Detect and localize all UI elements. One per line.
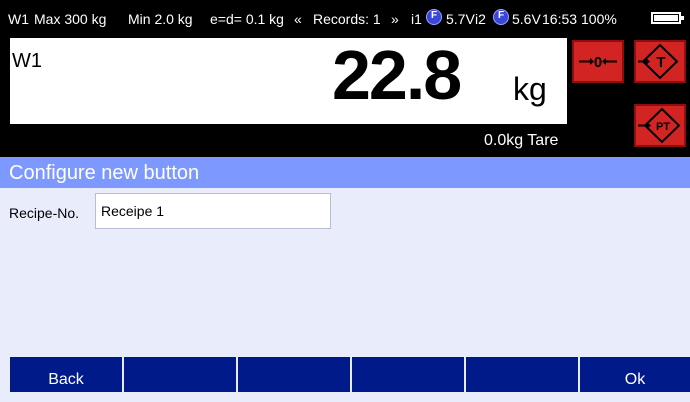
softkey-2[interactable] — [124, 357, 236, 392]
dialog-title: Configure new button — [9, 162, 200, 184]
status-bar: W1 Max 300 kg Min 2.0 kg e=d= 0.1 kg « R… — [0, 0, 690, 40]
preset-tare-icon: PT — [638, 107, 681, 144]
weight-display: W1 22.8 kg — [10, 38, 567, 124]
tare-button[interactable]: T — [634, 40, 686, 83]
interface-2-voltage: 5.6V — [512, 11, 541, 27]
tare-button-label: T — [656, 54, 665, 71]
weight-unit: kg — [513, 71, 547, 107]
recipe-number-label: Recipe-No. — [9, 205, 80, 221]
display-scale-name: W1 — [12, 50, 42, 72]
battery-percent: 100% — [581, 11, 617, 27]
interface-2-label: i2 — [475, 11, 486, 27]
softkey-bar: Back Ok — [0, 357, 690, 392]
recipe-number-input[interactable]: Receipe 1 — [95, 193, 331, 229]
interface-1-label: i1 — [411, 11, 422, 27]
interface-1-indicator-icon: F — [426, 9, 442, 25]
tare-icon: T — [638, 43, 679, 80]
softkey-4[interactable] — [352, 357, 464, 392]
softkey-5[interactable] — [466, 357, 578, 392]
zero-button-label: 0 — [594, 54, 602, 71]
ok-button[interactable]: Ok — [580, 357, 690, 392]
dialog-title-bar: Configure new button — [0, 157, 690, 188]
records-next-icon[interactable]: » — [391, 12, 399, 26]
status-max-capacity: Max 300 kg — [34, 11, 107, 27]
battery-icon — [651, 12, 684, 24]
status-min-capacity: Min 2.0 kg — [128, 11, 193, 27]
clock: 16:53 — [542, 11, 578, 27]
interface-1-voltage: 5.7V — [446, 11, 475, 27]
status-scale: W1 — [8, 11, 29, 27]
preset-tare-button[interactable]: PT — [634, 104, 686, 147]
back-button[interactable]: Back — [10, 357, 122, 392]
records-prev-icon[interactable]: « — [294, 12, 302, 26]
zero-icon: 0 — [579, 54, 617, 71]
zero-button[interactable]: 0 — [572, 40, 624, 83]
softkey-3[interactable] — [238, 357, 350, 392]
interface-2-indicator-icon: F — [493, 9, 509, 25]
status-division: e=d= 0.1 kg — [210, 11, 284, 27]
weight-value: 22.8 — [332, 36, 462, 114]
records-count: Records: 1 — [313, 11, 381, 27]
preset-tare-button-label: PT — [656, 121, 670, 133]
tare-value: 0.0kg Tare — [484, 132, 559, 149]
weighing-header: W1 Max 300 kg Min 2.0 kg e=d= 0.1 kg « R… — [0, 0, 690, 157]
